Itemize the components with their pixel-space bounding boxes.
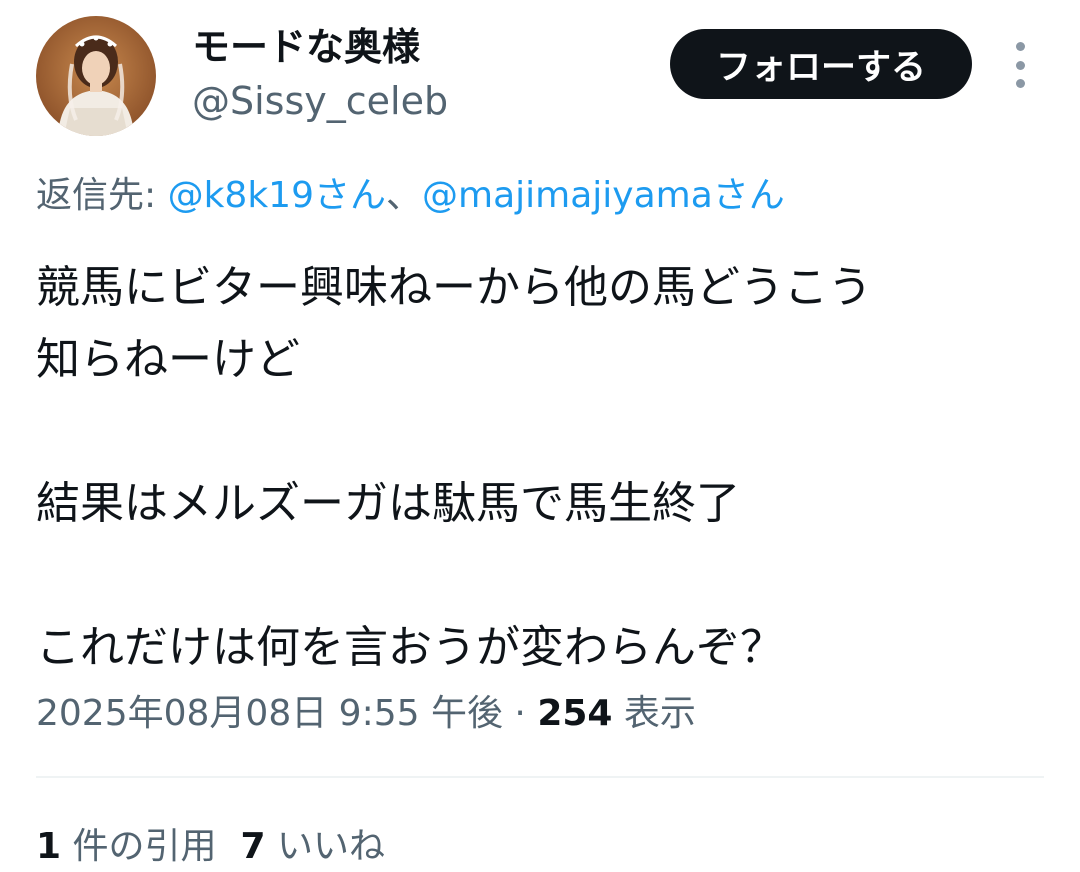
meta-separator: · — [502, 693, 538, 734]
views-label: 表示 — [612, 693, 696, 734]
likes-label: いいね — [265, 826, 386, 867]
display-name[interactable]: モードな奥様 — [192, 22, 420, 72]
quotes-stat[interactable]: 1 件の引用 — [36, 826, 217, 867]
tweet-meta: 2025年08月08日 9:55 午後 · 254 表示 — [36, 688, 696, 740]
likes-count: 7 — [240, 826, 266, 867]
mention-link-k8k19[interactable]: @k8k19さん — [168, 175, 386, 216]
likes-stat[interactable]: 7 いいね — [241, 826, 386, 867]
mention-separator: 、 — [386, 175, 423, 216]
mention-link-majimajiyama[interactable]: @majimajiyamaさん — [422, 175, 785, 216]
ellipsis-dot — [1015, 79, 1025, 88]
quotes-label: 件の引用 — [61, 826, 217, 867]
ellipsis-dot — [1015, 60, 1025, 70]
timestamp[interactable]: 2025年08月08日 9:55 午後 — [36, 693, 503, 734]
vertical-ellipsis-icon[interactable] — [1004, 42, 1036, 88]
follow-button[interactable]: フォローする — [670, 29, 972, 99]
user-handle[interactable]: @Sissy_celeb — [192, 76, 448, 126]
reply-prefix: 返信先: — [36, 175, 168, 216]
portrait-avatar-icon — [36, 16, 156, 136]
tweet-text: 競馬にビター興味ねーから他の馬どうこう 知らねーけど 結果はメルズーガは駄馬で馬… — [36, 262, 872, 673]
ellipsis-dot — [1015, 42, 1025, 51]
divider — [36, 776, 1044, 778]
engagement-stats: 1 件の引用 7 いいね — [36, 822, 409, 872]
views-count: 254 — [537, 693, 613, 734]
quotes-count: 1 — [36, 826, 62, 867]
avatar[interactable] — [36, 16, 156, 136]
reply-context: 返信先: @k8k19さん、@majimajiyamaさん — [36, 170, 785, 222]
